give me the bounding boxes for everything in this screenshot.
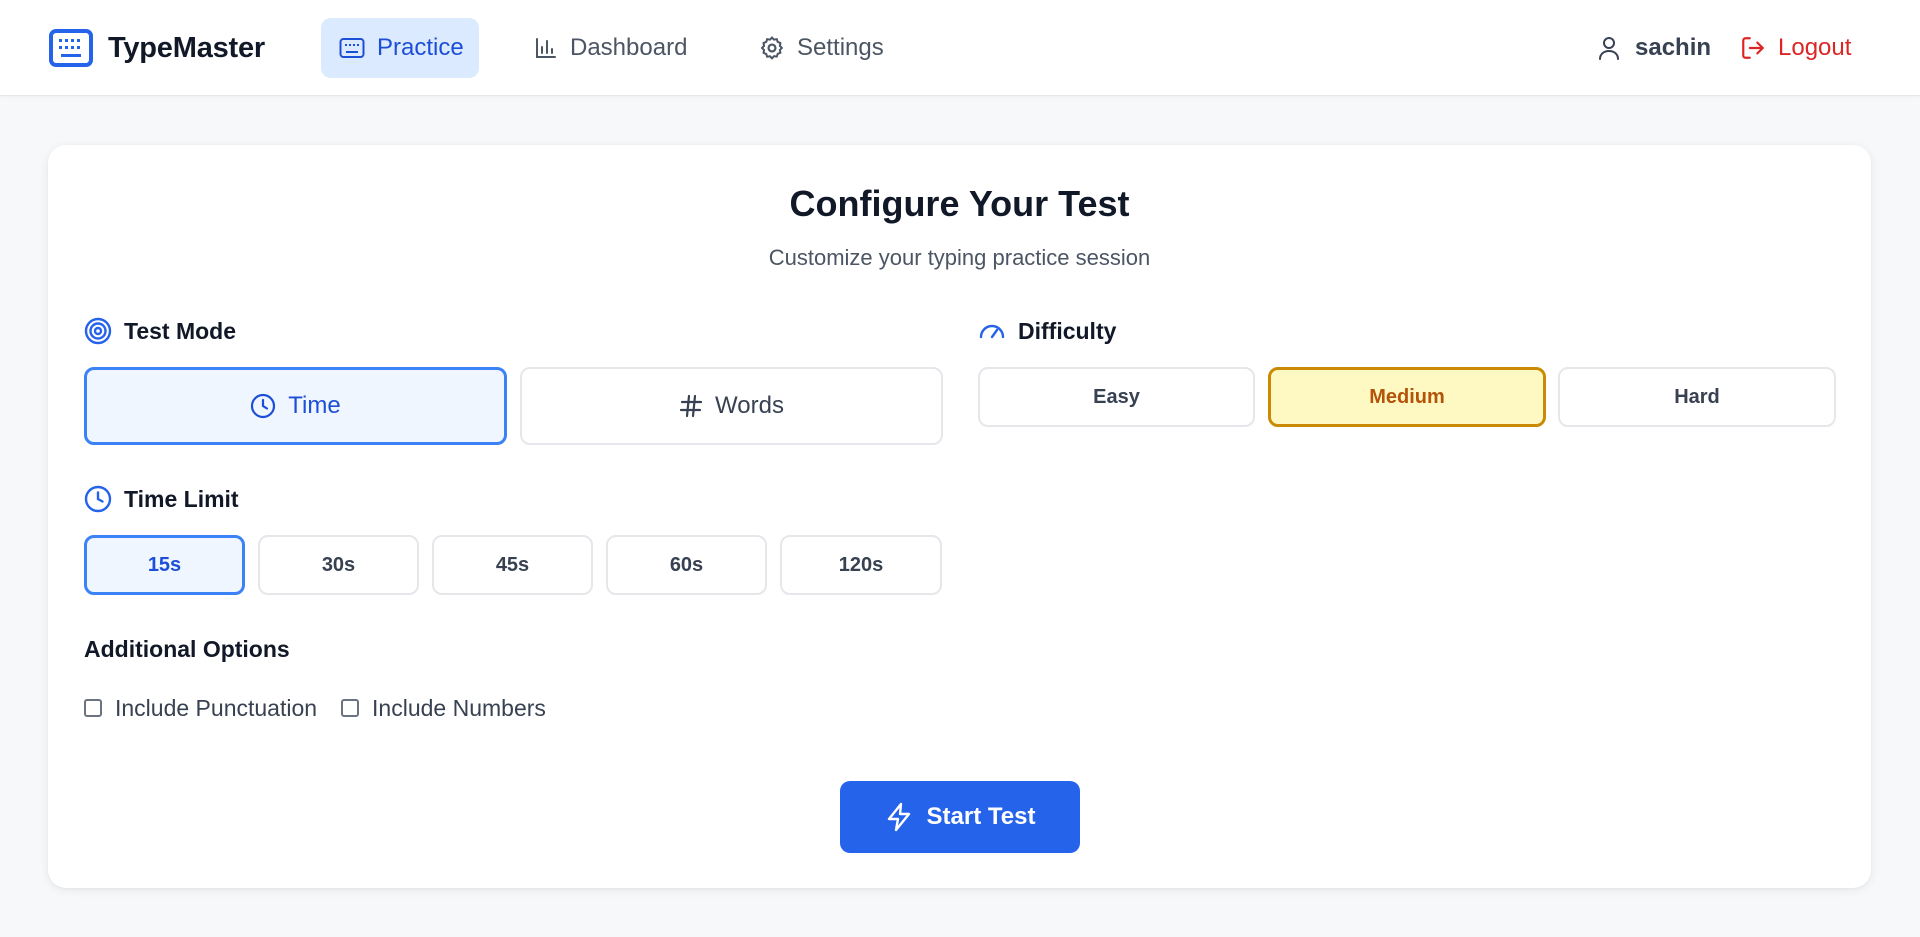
- include-punctuation-option[interactable]: Include Punctuation: [84, 695, 317, 722]
- section-label-text: Test Mode: [124, 317, 237, 344]
- nav-item-practice[interactable]: Practice: [321, 18, 479, 78]
- keyboard-icon: [49, 29, 93, 67]
- user-info[interactable]: sachin: [1597, 28, 1711, 68]
- additional-options-label: Additional Options: [84, 633, 290, 665]
- time-120s-button[interactable]: 120s: [780, 535, 942, 595]
- section-label-text: Time Limit: [124, 485, 239, 512]
- time-15s-button[interactable]: 15s: [84, 535, 245, 595]
- test-mode-label: Test Mode: [84, 315, 236, 347]
- mode-time-button[interactable]: Time: [84, 367, 507, 445]
- page-title: Configure Your Test: [789, 183, 1130, 224]
- time-option-label: 15s: [147, 553, 182, 576]
- time-limit-label: Time Limit: [84, 483, 239, 515]
- nav-item-label: Settings: [797, 34, 884, 61]
- section-label-text: Additional Options: [84, 635, 290, 662]
- checkbox-label: Include Punctuation: [115, 694, 318, 721]
- target-icon: [84, 317, 112, 345]
- time-60s-button[interactable]: 60s: [606, 535, 767, 595]
- start-test-button[interactable]: Start Test: [840, 781, 1080, 853]
- checkbox-label: Include Numbers: [372, 694, 546, 721]
- config-card: Configure Your Test Customize your typin…: [48, 145, 1871, 888]
- time-option-label: 45s: [495, 553, 530, 576]
- hash-icon: [679, 393, 703, 419]
- start-test-label: Start Test: [926, 803, 1036, 830]
- mode-words-button[interactable]: Words: [520, 367, 943, 445]
- mode-label: Words: [715, 392, 784, 419]
- difficulty-hard-button[interactable]: Hard: [1558, 367, 1836, 427]
- nav-item-settings[interactable]: Settings: [741, 18, 902, 78]
- difficulty-option-label: Easy: [1093, 385, 1140, 408]
- top-navbar: TypeMaster Practice Dashboard Settings s…: [0, 0, 1920, 96]
- bar-chart-icon: [534, 36, 558, 60]
- time-option-label: 60s: [669, 553, 704, 576]
- time-30s-button[interactable]: 30s: [258, 535, 419, 595]
- difficulty-option-label: Medium: [1369, 385, 1445, 408]
- keyboard-icon: [339, 37, 365, 59]
- clock-icon: [250, 393, 276, 419]
- brand[interactable]: TypeMaster: [49, 28, 265, 68]
- difficulty-label: Difficulty: [978, 315, 1116, 347]
- nav-item-dashboard[interactable]: Dashboard: [516, 18, 705, 78]
- difficulty-easy-button[interactable]: Easy: [978, 367, 1255, 427]
- clock-icon: [84, 485, 112, 513]
- gauge-icon: [978, 317, 1006, 345]
- page-subtitle: Customize your typing practice session: [768, 245, 1151, 270]
- include-numbers-option[interactable]: Include Numbers: [341, 695, 546, 722]
- logout-icon: [1740, 35, 1766, 61]
- username: sachin: [1635, 34, 1712, 61]
- time-option-label: 120s: [838, 553, 884, 576]
- additional-options-checkboxes: Include Punctuation Include Numbers: [84, 691, 546, 725]
- nav-item-label: Practice: [377, 34, 464, 61]
- mode-label: Time: [288, 392, 341, 419]
- section-label-text: Difficulty: [1018, 317, 1117, 344]
- lightning-icon: [885, 802, 913, 832]
- time-45s-button[interactable]: 45s: [432, 535, 593, 595]
- time-option-label: 30s: [321, 553, 356, 576]
- difficulty-medium-button[interactable]: Medium: [1268, 367, 1546, 427]
- logout-label: Logout: [1778, 34, 1852, 61]
- user-icon: [1597, 35, 1621, 61]
- brand-name: TypeMaster: [108, 31, 266, 64]
- include-punctuation-checkbox[interactable]: [84, 699, 102, 717]
- difficulty-option-label: Hard: [1674, 385, 1720, 408]
- logout-button[interactable]: Logout: [1740, 28, 1851, 68]
- include-numbers-checkbox[interactable]: [341, 699, 360, 717]
- gear-icon: [759, 35, 785, 61]
- nav-item-label: Dashboard: [570, 34, 688, 61]
